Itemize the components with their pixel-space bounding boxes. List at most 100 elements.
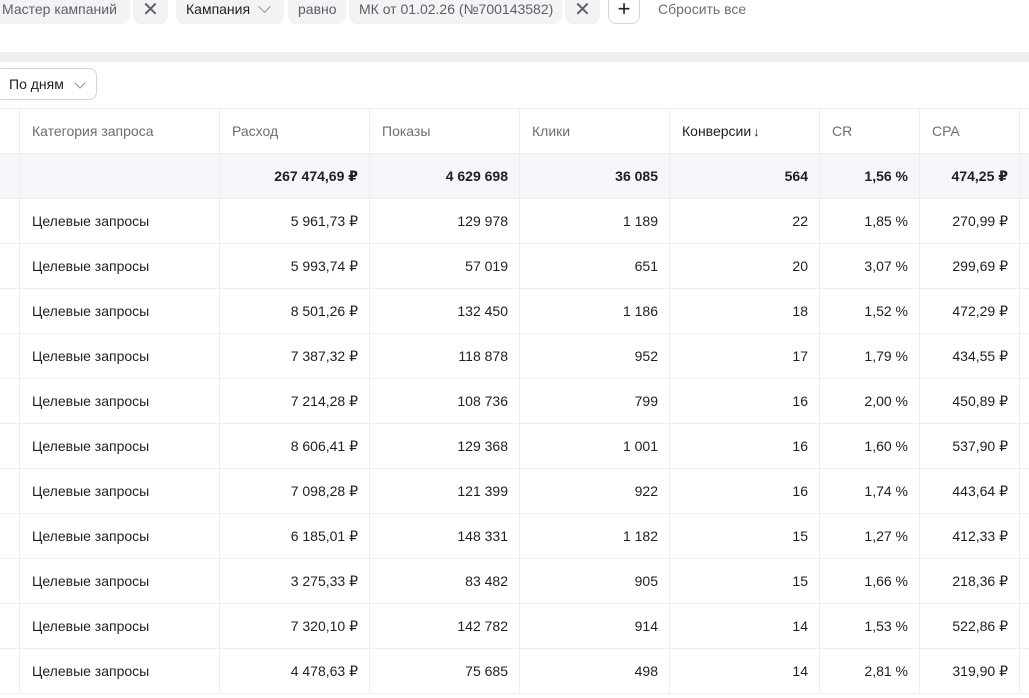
table-row: Целевые запросы 6 185,01 ₽ 148 331 1 182…	[0, 514, 1029, 559]
table-cell: 4 478,63 ₽	[219, 649, 370, 693]
table-row: Целевые запросы 5 961,73 ₽ 129 978 1 189…	[0, 199, 1029, 244]
column-header-cr[interactable]: CR	[819, 109, 920, 153]
table-cell: 651	[519, 244, 670, 288]
table-row: Целевые запросы 4 478,63 ₽ 75 685 498 14…	[0, 649, 1029, 694]
table-cell: 8 501,26 ₽	[219, 289, 370, 333]
close-icon: ✕	[142, 0, 159, 21]
filter-operator-select[interactable]: равно	[288, 0, 346, 24]
table-cell: 3,07 %	[819, 244, 920, 288]
table-row: Целевые запросы 7 387,32 ₽ 118 878 952 1…	[0, 334, 1029, 379]
total-cell: 474,25 ₽	[919, 154, 1020, 198]
table-cell: 142 782	[369, 604, 520, 648]
filter-value-select[interactable]: МК от 01.02.26 (№700143582)	[349, 0, 562, 24]
table-cell: 450,89 ₽	[919, 379, 1020, 423]
table-cell: 14	[669, 604, 820, 648]
table-cell: 121 399	[369, 469, 520, 513]
table-cell: 132 450	[369, 289, 520, 333]
table-cell: 218,36 ₽	[919, 559, 1020, 603]
sort-down-icon: ↓	[753, 123, 760, 139]
column-header-cpa[interactable]: CPA	[919, 109, 1020, 153]
column-header-query-category[interactable]: Категория запроса	[19, 109, 220, 153]
table-cell	[1019, 379, 1029, 423]
table-cell: Целевые запросы	[19, 334, 220, 378]
table-cell: Целевые запросы	[19, 514, 220, 558]
table-cell: 118 878	[369, 334, 520, 378]
filter-field-label: Кампания	[186, 1, 251, 17]
table-cell: 1,60 %	[819, 424, 920, 468]
table-cell: Целевые запросы	[19, 469, 220, 513]
table-cell: 1,79 %	[819, 334, 920, 378]
column-header-overflow	[1019, 109, 1029, 153]
table-cell: Целевые запросы	[19, 604, 220, 648]
chevron-down-icon	[74, 77, 86, 89]
table-row: Целевые запросы 8 501,26 ₽ 132 450 1 186…	[0, 289, 1029, 334]
table-cell: 299,69 ₽	[919, 244, 1020, 288]
total-cell: 36 085	[519, 154, 670, 198]
table-cell: 108 736	[369, 379, 520, 423]
table-cell: 2,81 %	[819, 649, 920, 693]
table-cell: Целевые запросы	[19, 649, 220, 693]
table-cell: 75 685	[369, 649, 520, 693]
table-cell	[1019, 469, 1029, 513]
table-cell: 129 978	[369, 199, 520, 243]
close-icon: ✕	[574, 0, 591, 21]
section-divider	[0, 52, 1029, 62]
table-cell: 914	[519, 604, 670, 648]
table-cell: 434,55 ₽	[919, 334, 1020, 378]
column-header-impressions[interactable]: Показы	[369, 109, 520, 153]
column-header-spend[interactable]: Расход	[219, 109, 370, 153]
table-cell: 7 387,32 ₽	[219, 334, 370, 378]
table-cell: Целевые запросы	[19, 199, 220, 243]
table-cell: 1 186	[519, 289, 670, 333]
table-cell: 7 214,28 ₽	[219, 379, 370, 423]
table-cell: 16	[669, 469, 820, 513]
table-cell: 15	[669, 514, 820, 558]
total-cell	[19, 154, 220, 198]
table-cell	[1019, 334, 1029, 378]
table-cell: 15	[669, 559, 820, 603]
table-cell: 7 098,28 ₽	[219, 469, 370, 513]
table-row: Целевые запросы 8 606,41 ₽ 129 368 1 001…	[0, 424, 1029, 469]
table-row: Целевые запросы 5 993,74 ₽ 57 019 651 20…	[0, 244, 1029, 289]
table-cell: 18	[669, 289, 820, 333]
table-total-row: 267 474,69 ₽ 4 629 698 36 085 564 1,56 %…	[0, 154, 1029, 199]
table-cell: 2,00 %	[819, 379, 920, 423]
table-cell: 22	[669, 199, 820, 243]
table-cell: 16	[669, 424, 820, 468]
table-cell: 922	[519, 469, 670, 513]
table-cell: 7 320,10 ₽	[219, 604, 370, 648]
filter-value-label: МК от 01.02.26 (№700143582)	[359, 1, 554, 17]
remove-filter-value-button[interactable]: ✕	[565, 0, 600, 24]
total-cell: 4 629 698	[369, 154, 520, 198]
total-cell: 267 474,69 ₽	[219, 154, 370, 198]
plus-icon: +	[617, 0, 631, 21]
total-cell: 564	[669, 154, 820, 198]
remove-filter-button[interactable]: ✕	[133, 0, 168, 24]
filter-field-select[interactable]: Кампания	[176, 0, 284, 24]
table-row: Целевые запросы 7 320,10 ₽ 142 782 914 1…	[0, 604, 1029, 649]
table-cell: Целевые запросы	[19, 244, 220, 288]
table-cell	[1019, 199, 1029, 243]
filter-chip-label: Мастер кампаний	[2, 1, 117, 17]
table-cell: 3 275,33 ₽	[219, 559, 370, 603]
table-cell: 83 482	[369, 559, 520, 603]
column-header-clicks[interactable]: Клики	[519, 109, 670, 153]
table-body: Целевые запросы 5 961,73 ₽ 129 978 1 189…	[0, 199, 1029, 694]
filter-chip-campaign-master[interactable]: Мастер кампаний	[0, 0, 130, 24]
filter-bar: Мастер кампаний ✕ Кампания равно МК от 0…	[0, 0, 1029, 32]
reset-all-link[interactable]: Сбросить все	[658, 0, 746, 18]
table-cell	[1019, 514, 1029, 558]
column-header-conversions[interactable]: Конверсии ↓	[669, 109, 820, 153]
table-cell	[1019, 289, 1029, 333]
table-cell: 6 185,01 ₽	[219, 514, 370, 558]
grouping-select[interactable]: По дням	[0, 68, 97, 100]
stats-table: Категория запроса Расход Показы Клики Ко…	[0, 108, 1029, 694]
table-cell: 1,85 %	[819, 199, 920, 243]
table-cell: 270,99 ₽	[919, 199, 1020, 243]
table-cell: 1 001	[519, 424, 670, 468]
grouping-label: По дням	[9, 76, 64, 92]
table-cell: 16	[669, 379, 820, 423]
table-header-row: Категория запроса Расход Показы Клики Ко…	[0, 108, 1029, 154]
table-row: Целевые запросы 7 214,28 ₽ 108 736 799 1…	[0, 379, 1029, 424]
add-filter-button[interactable]: +	[608, 0, 640, 24]
